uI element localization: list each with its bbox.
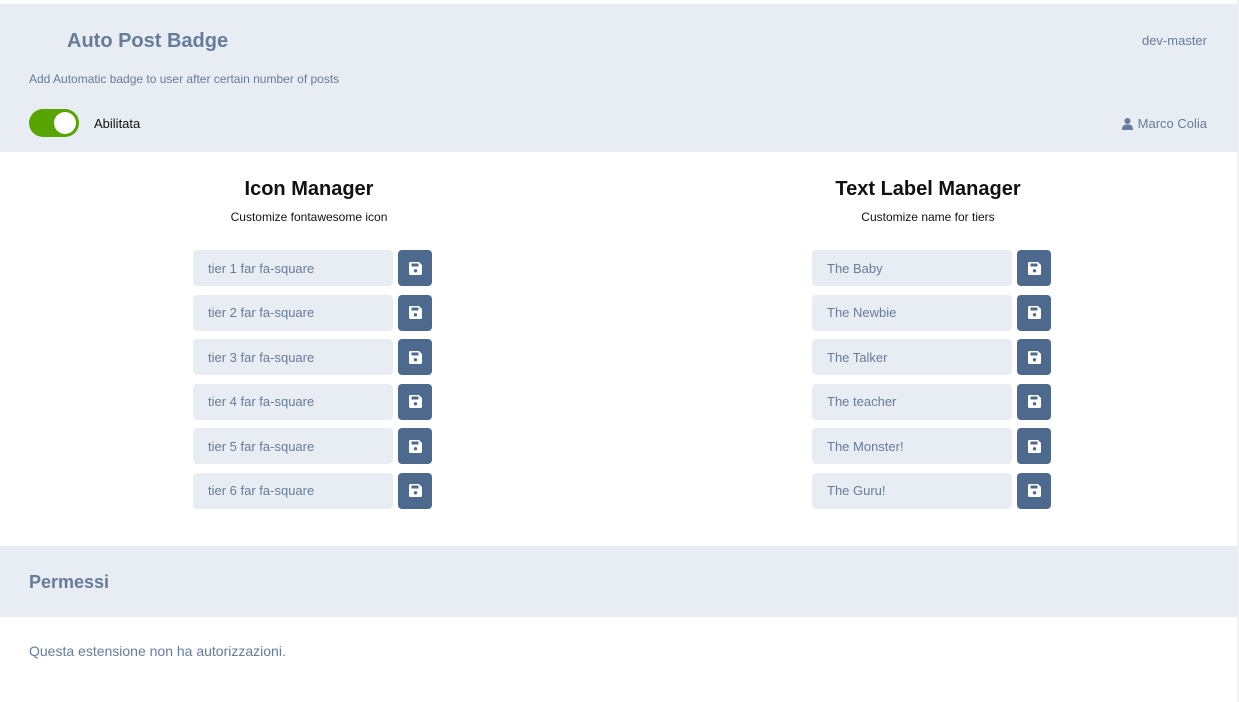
icon-manager-title: Icon Manager bbox=[244, 178, 374, 200]
extension-title: Auto Post Badge bbox=[67, 30, 229, 52]
icon-tier-input[interactable] bbox=[193, 383, 393, 420]
label-tier-save-button[interactable] bbox=[1017, 428, 1051, 464]
label-tier-input[interactable] bbox=[812, 339, 1012, 375]
save-icon bbox=[1027, 350, 1041, 364]
label-tier-save-button[interactable] bbox=[1017, 472, 1051, 509]
label-tier-input[interactable] bbox=[812, 472, 1012, 509]
icon-tier-save-button[interactable] bbox=[398, 294, 432, 331]
icon-tier-row bbox=[193, 294, 433, 331]
label-tier-list bbox=[812, 250, 1052, 517]
save-icon bbox=[1027, 261, 1041, 275]
icon-tier-row bbox=[193, 428, 433, 464]
label-tier-row bbox=[812, 383, 1052, 420]
icon-tier-list bbox=[193, 250, 433, 517]
text-label-manager-title: Text Label Manager bbox=[835, 178, 1021, 200]
save-icon bbox=[1027, 484, 1041, 497]
extension-version: dev-master bbox=[1141, 33, 1207, 48]
author-name: Marco Colia bbox=[1137, 116, 1207, 131]
label-tier-input[interactable] bbox=[812, 428, 1012, 464]
icon-tier-input[interactable] bbox=[193, 250, 393, 286]
extension-header: Auto Post Badge dev-master Add Automatic… bbox=[0, 4, 1237, 152]
label-tier-row bbox=[812, 250, 1052, 286]
enabled-toggle-label: Abilitata bbox=[94, 116, 141, 131]
icon-tier-save-button[interactable] bbox=[398, 472, 432, 509]
label-tier-save-button[interactable] bbox=[1017, 339, 1051, 375]
text-label-manager: Text Label Manager Customize name for ti… bbox=[798, 178, 1058, 509]
extension-description: Add Automatic badge to user after certai… bbox=[29, 72, 340, 86]
save-icon bbox=[408, 484, 422, 497]
icon-tier-row bbox=[193, 339, 433, 375]
enabled-toggle[interactable] bbox=[29, 109, 79, 137]
label-tier-row bbox=[812, 294, 1052, 331]
permissions-header: Permessi bbox=[0, 546, 1237, 617]
icon-tier-save-button[interactable] bbox=[398, 250, 432, 286]
icon-manager-subtitle: Customize fontawesome icon bbox=[230, 210, 388, 224]
save-icon bbox=[1027, 439, 1041, 453]
icon-tier-input[interactable] bbox=[193, 294, 393, 331]
extension-author: Marco Colia bbox=[1121, 116, 1207, 131]
save-icon bbox=[1027, 306, 1041, 319]
save-icon bbox=[1027, 395, 1041, 408]
label-tier-save-button[interactable] bbox=[1017, 383, 1051, 420]
label-tier-input[interactable] bbox=[812, 250, 1012, 286]
save-icon bbox=[408, 306, 422, 319]
label-tier-input[interactable] bbox=[812, 383, 1012, 420]
label-tier-row bbox=[812, 428, 1052, 464]
icon-tier-save-button[interactable] bbox=[398, 339, 432, 375]
label-tier-input[interactable] bbox=[812, 294, 1012, 331]
save-icon bbox=[408, 350, 422, 364]
toggle-knob bbox=[54, 112, 76, 134]
text-label-manager-subtitle: Customize name for tiers bbox=[861, 210, 995, 224]
label-tier-row bbox=[812, 339, 1052, 375]
icon-tier-row bbox=[193, 383, 433, 420]
icon-manager: Icon Manager Customize fontawesome icon bbox=[179, 178, 439, 509]
label-tier-save-button[interactable] bbox=[1017, 294, 1051, 331]
save-icon bbox=[408, 395, 422, 408]
icon-tier-save-button[interactable] bbox=[398, 383, 432, 420]
label-tier-save-button[interactable] bbox=[1017, 250, 1051, 286]
icon-tier-input[interactable] bbox=[193, 472, 393, 509]
icon-tier-row bbox=[193, 250, 433, 286]
user-icon bbox=[1121, 117, 1133, 130]
permissions-text: Questa estensione non ha autorizzazioni. bbox=[29, 643, 286, 659]
icon-tier-row bbox=[193, 472, 433, 509]
icon-tier-save-button[interactable] bbox=[398, 428, 432, 464]
label-tier-row bbox=[812, 472, 1052, 509]
permissions-title: Permessi bbox=[29, 572, 110, 592]
save-icon bbox=[408, 439, 422, 453]
icon-tier-input[interactable] bbox=[193, 428, 393, 464]
save-icon bbox=[408, 261, 422, 275]
icon-tier-input[interactable] bbox=[193, 339, 393, 375]
